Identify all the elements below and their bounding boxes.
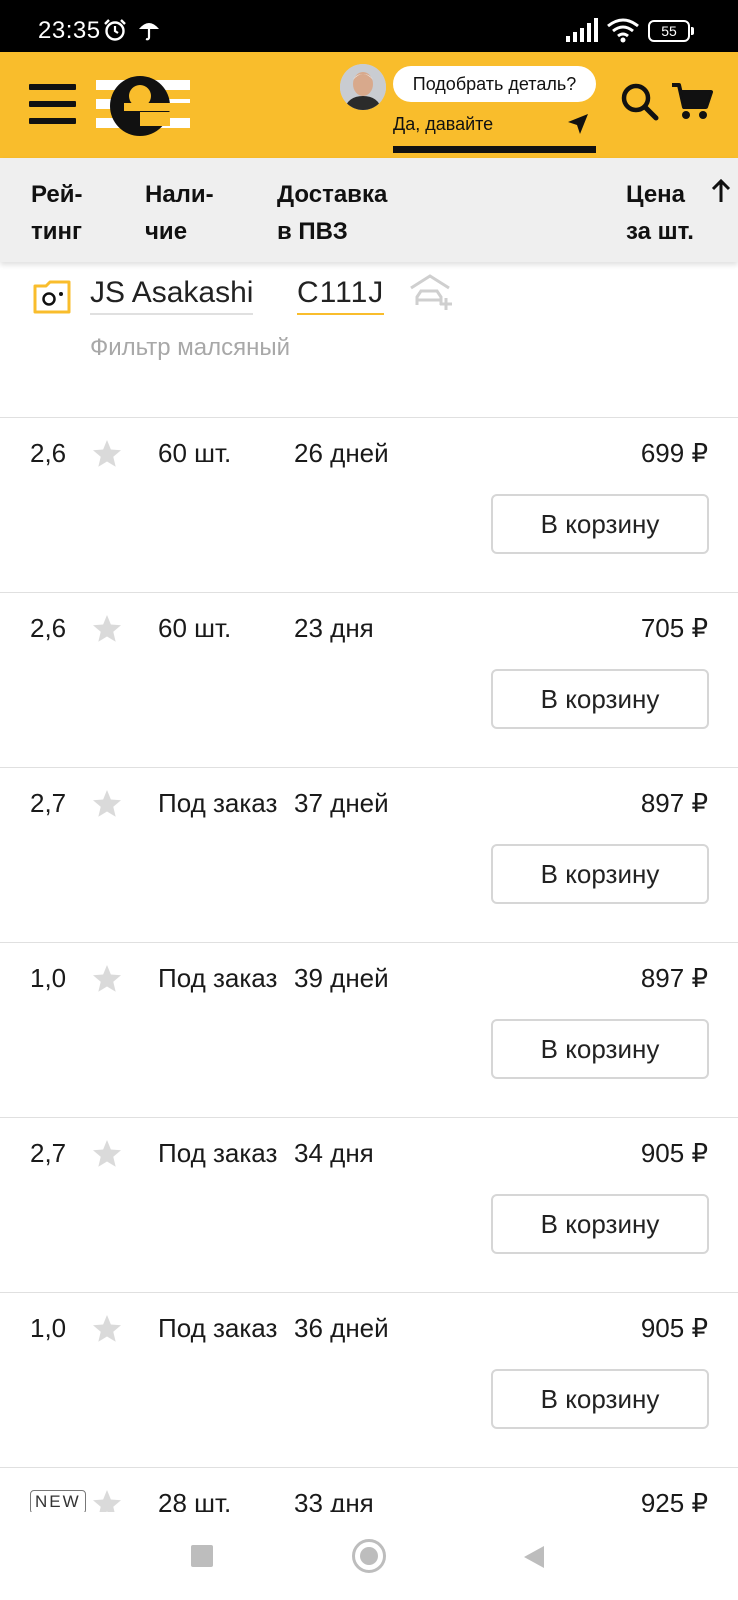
photo-folder-icon[interactable] [33,280,71,314]
offer-rating: 2,7 [30,788,67,818]
offer-price: 897 ₽ [640,963,708,993]
product-brand[interactable]: JS Asakashi [90,276,254,315]
offer-rating: 2,6 [30,438,67,468]
home-button[interactable] [352,1539,386,1573]
new-seller-badge: NEW [30,1490,86,1514]
offer-delivery: 39 дней [294,963,389,993]
star-icon [93,440,121,467]
arrow-up-icon[interactable] [710,178,732,204]
send-icon[interactable] [566,112,590,136]
add-to-cart-button[interactable]: В корзину [491,1019,709,1079]
offer-price: 905 ₽ [640,1313,708,1343]
offer-row: 1,0 Под заказ 36 дней 905 ₽ В корзину [0,1293,738,1468]
add-to-cart-button[interactable]: В корзину [491,1194,709,1254]
offer-delivery: 37 дней [294,788,389,818]
add-to-cart-button[interactable]: В корзину [491,494,709,554]
offer-price: 705 ₽ [640,613,708,643]
column-availability[interactable]: Нали- чие [145,176,214,250]
offer-availability: 60 шт. [158,613,232,643]
offers-column-header: Рей- тинг Нали- чие Доставка в ПВЗ Цена … [0,158,738,262]
offer-availability: Под заказ [158,1138,278,1168]
status-bar: 23:35 55 [0,0,738,52]
offer-price: 699 ₽ [640,438,708,468]
status-time: 23:35 [38,17,101,44]
system-nav-bar [0,1512,738,1600]
offer-availability: 60 шт. [158,438,232,468]
offer-availability: Под заказ [158,963,278,993]
offer-rating: 2,6 [30,613,67,643]
offer-availability: Под заказ [158,1313,278,1343]
offer-delivery: 36 дней [294,1313,389,1343]
star-icon [93,790,121,817]
wifi-icon [607,18,639,43]
add-to-cart-button[interactable]: В корзину [491,844,709,904]
search-icon[interactable] [620,82,660,122]
parts-picker-accept-link[interactable]: Да, давайте [393,114,493,135]
star-icon [93,615,121,642]
recents-button[interactable] [191,1545,213,1567]
offer-row: 1,0 Под заказ 39 дней 897 ₽ В корзину [0,943,738,1118]
product-article[interactable]: C111J [297,276,385,315]
app-header: Подобрать деталь? Да, давайте [0,52,738,158]
prompt-underline [393,146,596,153]
cart-icon[interactable] [671,82,713,122]
add-to-cart-button[interactable]: В корзину [491,669,709,729]
offer-row: 2,7 Под заказ 37 дней 897 ₽ В корзину [0,768,738,943]
umbrella-icon [139,23,159,41]
star-icon [93,965,121,992]
offer-rating: 2,7 [30,1138,67,1168]
column-rating[interactable]: Рей- тинг [31,176,83,250]
offer-delivery: 26 дней [294,438,389,468]
alarm-icon [104,19,126,41]
hamburger-icon[interactable] [29,84,76,124]
star-icon [93,1140,121,1167]
column-delivery[interactable]: Доставка в ПВЗ [277,176,387,250]
offers-list: 2,6 60 шт. 26 дней 699 ₽ В корзину 2,6 6… [0,418,738,1600]
offer-delivery: 23 дня [294,613,374,643]
add-to-garage-icon[interactable] [408,272,454,312]
offer-rating: 1,0 [30,963,67,993]
star-icon [93,1315,121,1342]
column-price[interactable]: Цена за шт. [626,176,694,250]
offer-row: 2,6 60 шт. 26 дней 699 ₽ В корзину [0,418,738,593]
offer-availability: Под заказ [158,788,278,818]
offer-row: 2,7 Под заказ 34 дня 905 ₽ В корзину [0,1118,738,1293]
assistant-avatar[interactable] [340,64,386,110]
offer-rating: 1,0 [30,1313,67,1343]
parts-picker-prompt[interactable]: Подобрать деталь? [393,66,596,102]
offer-price: 905 ₽ [640,1138,708,1168]
exist-logo[interactable] [96,68,192,140]
back-icon[interactable] [522,1544,546,1570]
product-description: Фильтр малсяный [90,334,291,361]
product-summary: JS Asakashi C111J Фильтр малсяный [0,262,738,418]
offer-row: 2,6 60 шт. 23 дня 705 ₽ В корзину [0,593,738,768]
add-to-cart-button[interactable]: В корзину [491,1369,709,1429]
offer-price: 897 ₽ [640,788,708,818]
signal-icon [566,18,598,42]
battery-level: 55 [661,23,677,39]
battery-icon: 55 [648,20,694,42]
offer-delivery: 34 дня [294,1138,374,1168]
